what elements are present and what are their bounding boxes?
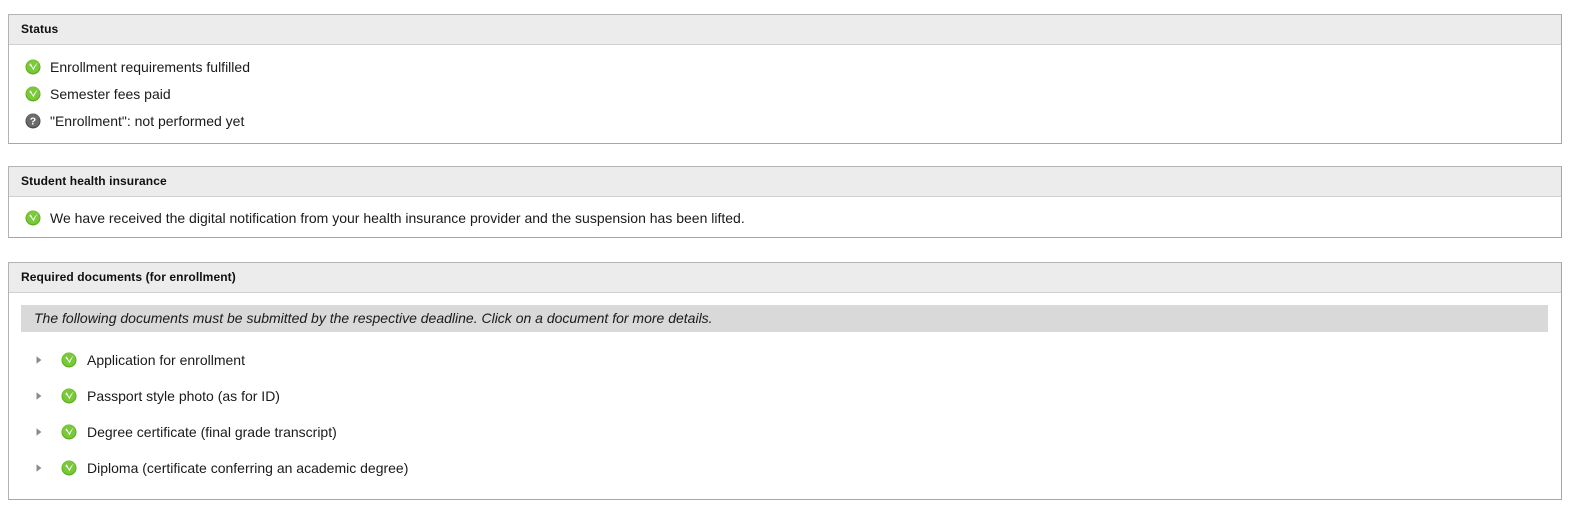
status-row-label: Enrollment requirements fulfilled xyxy=(50,58,250,75)
status-row: Enrollment requirements fulfilled xyxy=(9,53,1561,80)
document-label[interactable]: Degree certificate (final grade transcri… xyxy=(87,424,337,440)
health-status-row: We have received the digital notificatio… xyxy=(9,205,1561,231)
document-list-item[interactable]: Passport style photo (as for ID) xyxy=(9,378,1561,414)
document-label[interactable]: Diploma (certificate conferring an acade… xyxy=(87,460,408,476)
check-circle-icon xyxy=(61,460,77,476)
status-panel-body: Enrollment requirements fulfilled Semest… xyxy=(9,45,1561,134)
health-panel-header: Student health insurance xyxy=(9,167,1561,197)
check-circle-icon xyxy=(25,86,41,102)
expand-triangle-icon[interactable] xyxy=(33,390,45,402)
document-list-item[interactable]: Degree certificate (final grade transcri… xyxy=(9,414,1561,450)
student-health-insurance-panel: Student health insurance We have receive… xyxy=(8,166,1562,238)
document-label[interactable]: Application for enrollment xyxy=(87,352,245,368)
health-status-label: We have received the digital notificatio… xyxy=(50,210,745,226)
required-documents-panel: Required documents (for enrollment) The … xyxy=(8,262,1562,500)
status-row-label: Semester fees paid xyxy=(50,85,171,102)
check-circle-icon xyxy=(25,210,41,226)
documents-panel-header: Required documents (for enrollment) xyxy=(9,263,1561,293)
document-label[interactable]: Passport style photo (as for ID) xyxy=(87,388,280,404)
svg-text:?: ? xyxy=(30,115,36,127)
document-list-item[interactable]: Application for enrollment xyxy=(9,342,1561,378)
status-row: ? "Enrollment": not performed yet xyxy=(9,107,1561,134)
documents-list: Application for enrollment Passport styl… xyxy=(9,332,1561,486)
status-panel: Status Enrollment requirements fulfilled xyxy=(8,14,1562,144)
check-circle-icon xyxy=(61,352,77,368)
health-panel-body: We have received the digital notificatio… xyxy=(9,197,1561,231)
check-circle-icon xyxy=(61,424,77,440)
document-list-item[interactable]: Diploma (certificate conferring an acade… xyxy=(9,450,1561,486)
status-panel-header: Status xyxy=(9,15,1561,45)
question-circle-icon: ? xyxy=(25,113,41,129)
check-circle-icon xyxy=(25,59,41,75)
expand-triangle-icon[interactable] xyxy=(33,462,45,474)
check-circle-icon xyxy=(61,388,77,404)
expand-triangle-icon[interactable] xyxy=(33,426,45,438)
enrollment-status-page: Status Enrollment requirements fulfilled xyxy=(0,0,1572,515)
documents-instruction-bar: The following documents must be submitte… xyxy=(21,305,1548,332)
status-row-label: "Enrollment": not performed yet xyxy=(50,112,245,129)
expand-triangle-icon[interactable] xyxy=(33,354,45,366)
status-row: Semester fees paid xyxy=(9,80,1561,107)
status-list: Enrollment requirements fulfilled Semest… xyxy=(9,45,1561,134)
documents-panel-body: The following documents must be submitte… xyxy=(9,305,1561,486)
